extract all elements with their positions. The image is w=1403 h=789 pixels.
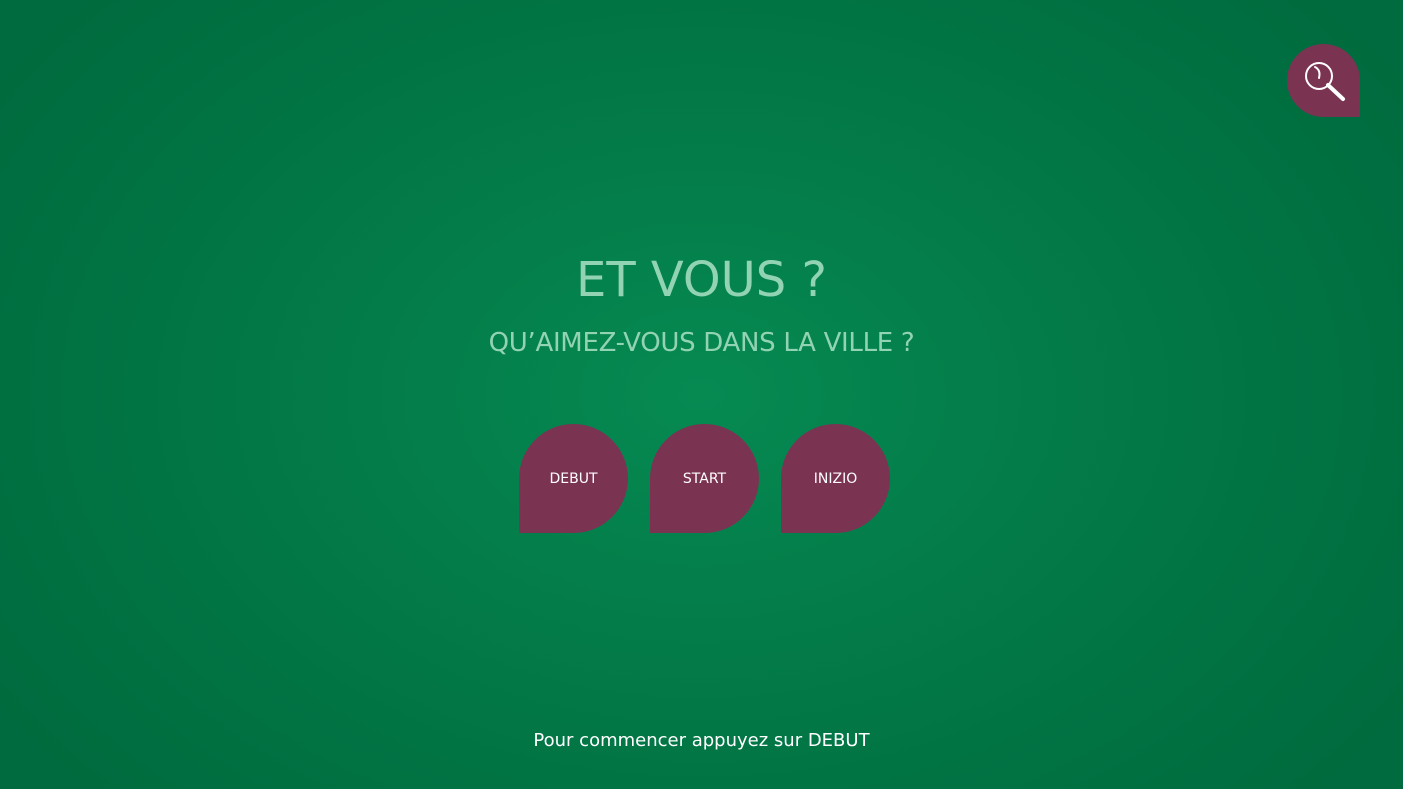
magnifier-icon xyxy=(1305,62,1345,101)
start-screen: ET VOUS ? QU’AIMEZ-VOUS DANS LA VILLE ? … xyxy=(0,0,1403,789)
instruction-text: Pour commencer appuyez sur DEBUT xyxy=(533,730,870,751)
debut-button[interactable]: DEBUT xyxy=(519,424,628,533)
inizio-button[interactable]: INIZIO xyxy=(781,424,890,533)
language-buttons: DEBUT START INIZIO xyxy=(519,424,891,533)
page-title: ET VOUS ? xyxy=(575,252,827,308)
page-subtitle: QU’AIMEZ-VOUS DANS LA VILLE ? xyxy=(488,328,915,358)
start-button[interactable]: START xyxy=(650,424,759,533)
search-button[interactable] xyxy=(1287,44,1360,117)
